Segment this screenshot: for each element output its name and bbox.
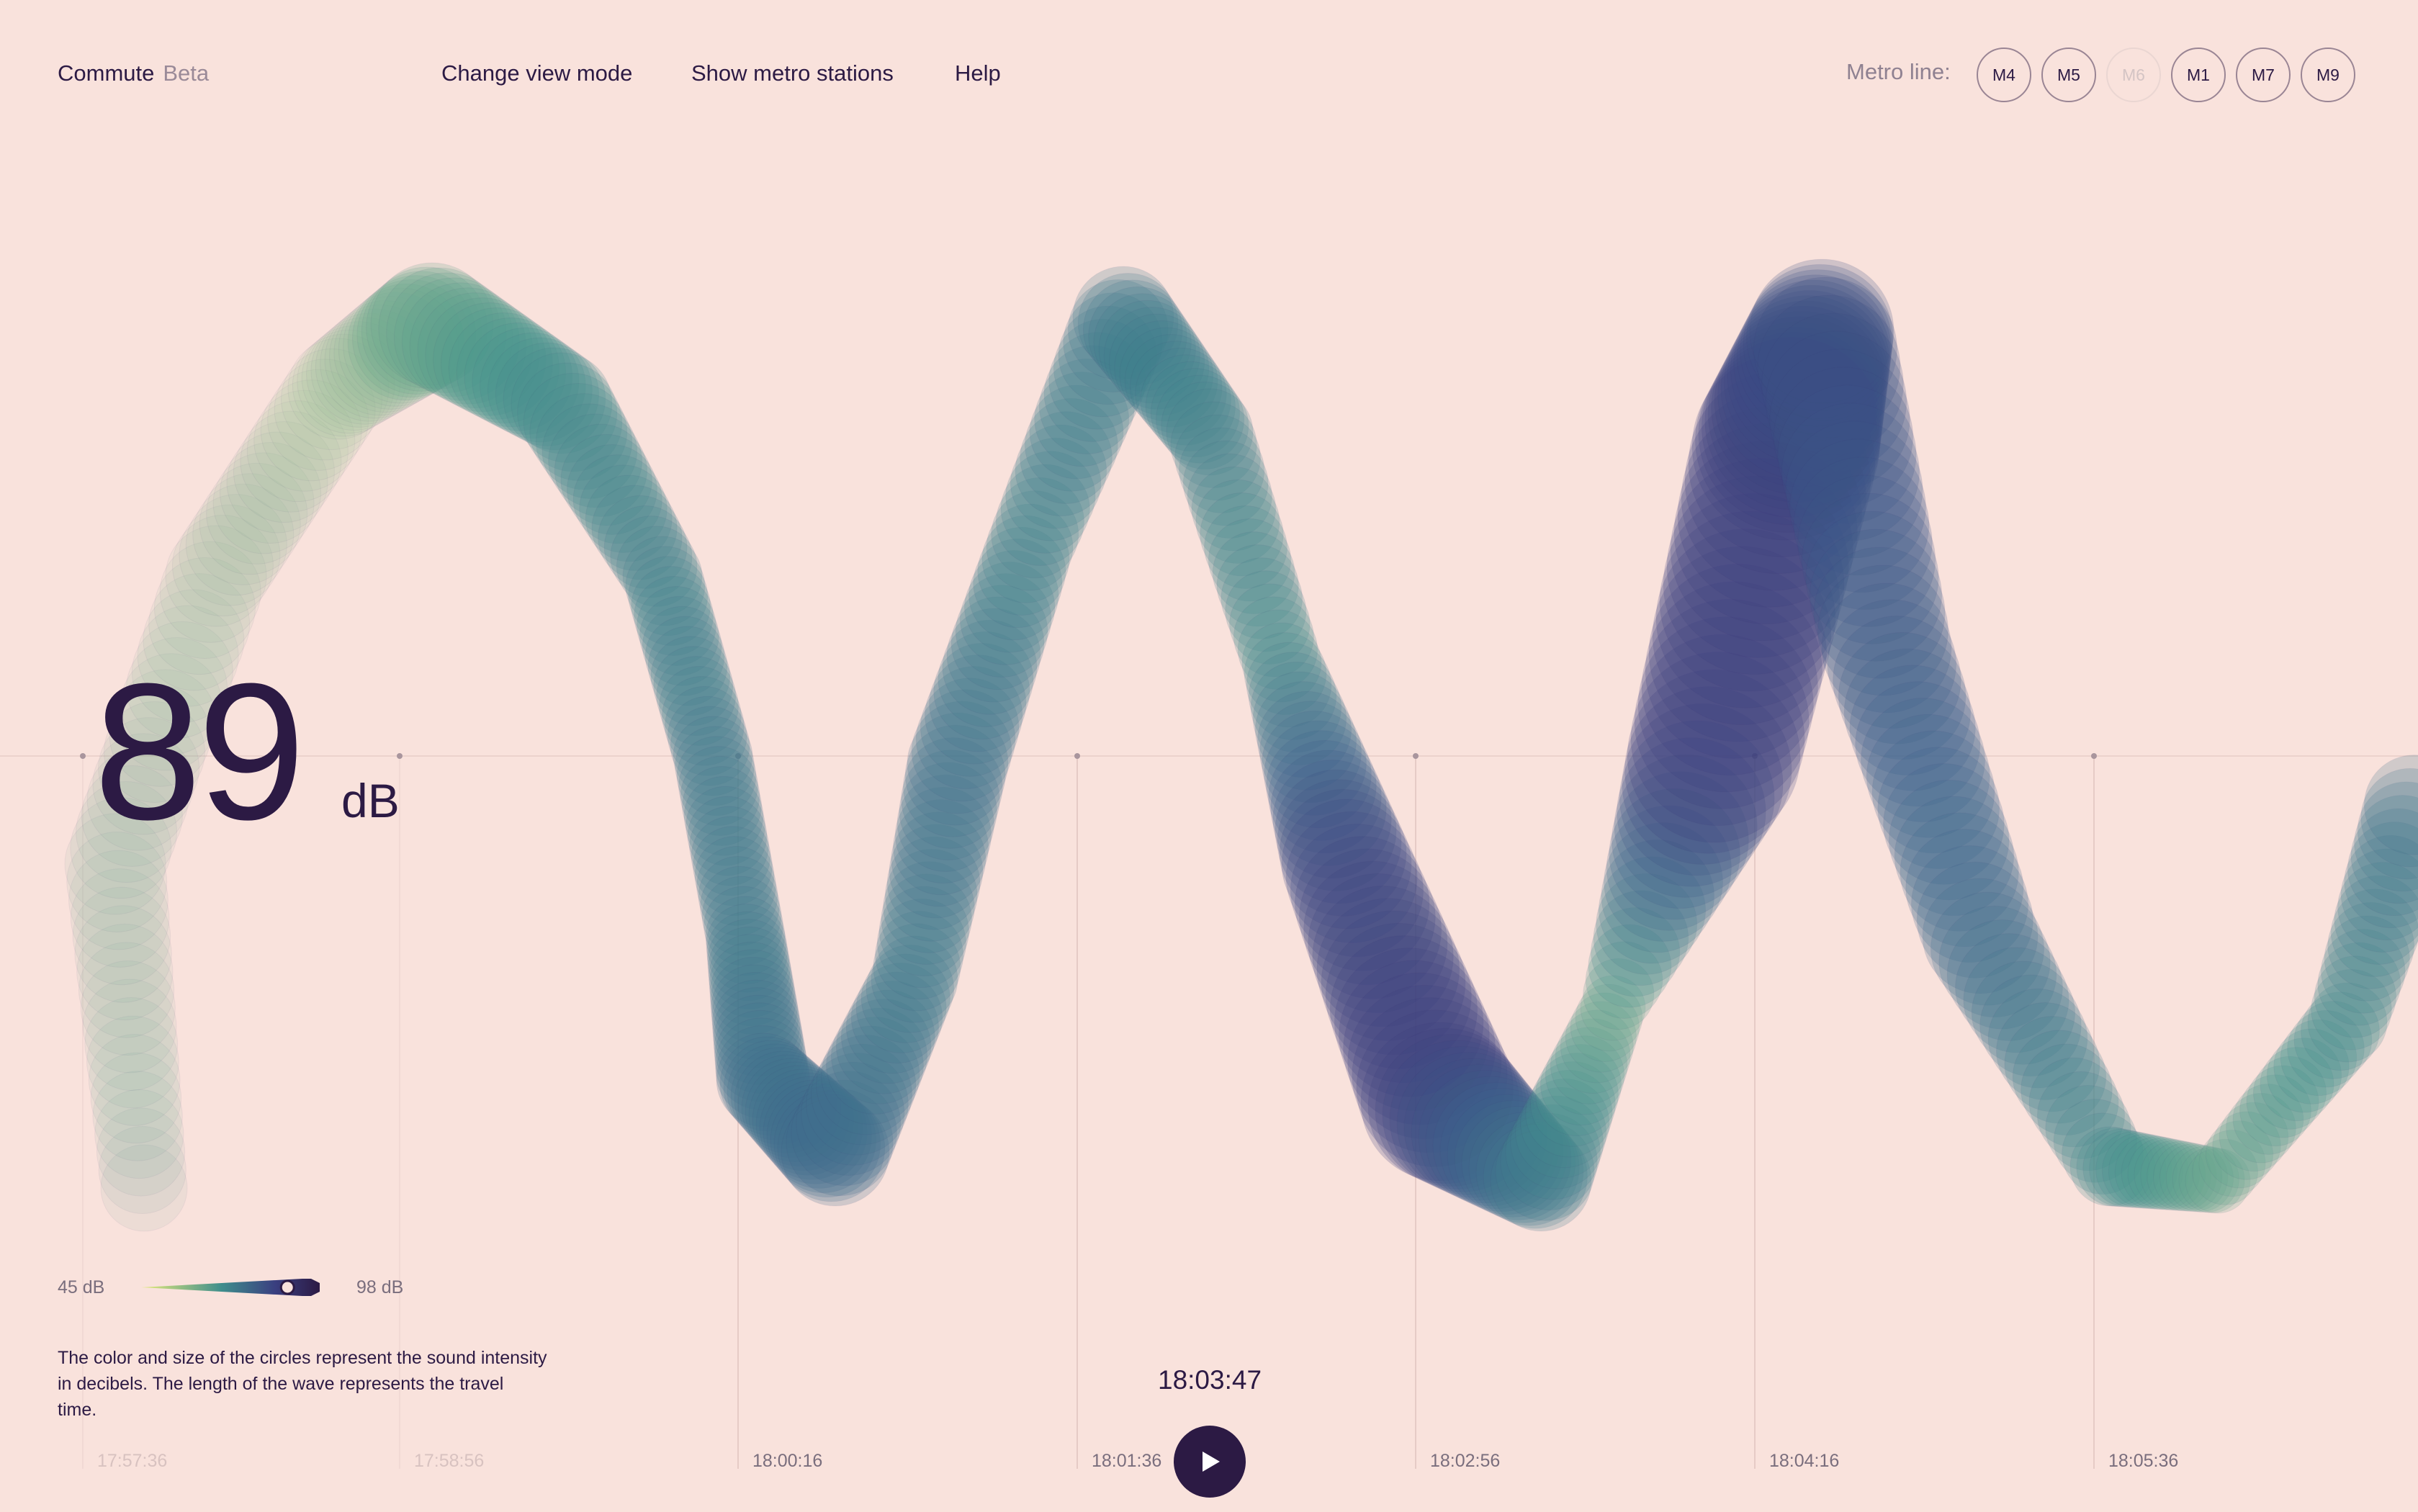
play-icon — [1203, 1452, 1220, 1472]
metro-line-m1-button[interactable]: M1 — [2171, 48, 2226, 102]
timeline-tick-dot — [397, 753, 403, 759]
wave-circles — [64, 258, 2418, 1232]
timeline-tick-label: 18:01:36 — [1092, 1451, 1162, 1471]
change-view-mode-link[interactable]: Change view mode — [441, 60, 632, 86]
scale-min-label: 45 dB — [58, 1277, 105, 1297]
metro-line-m6-button[interactable]: M6 — [2106, 48, 2161, 102]
timeline-tick-label: 18:00:16 — [752, 1451, 823, 1471]
metro-line-label: Metro line: — [1846, 59, 1951, 84]
app-name: Commute — [58, 60, 155, 86]
show-metro-stations-link[interactable]: Show metro stations — [691, 60, 894, 86]
legend-description: The color and size of the circles repres… — [58, 1348, 547, 1420]
timeline-tick-label: 17:57:36 — [97, 1451, 168, 1471]
timeline-tick-dot — [2091, 753, 2097, 759]
metro-line-m5-button[interactable]: M5 — [2041, 48, 2096, 102]
decibel-value: 89 — [94, 644, 305, 860]
play-button[interactable] — [1174, 1426, 1246, 1498]
help-link[interactable]: Help — [955, 60, 1001, 86]
scale-max-label: 98 dB — [356, 1277, 404, 1297]
timeline-tick-label: 18:04:16 — [1769, 1451, 1840, 1471]
timeline-tick-dot — [1413, 753, 1419, 759]
decibel-scale-bar — [141, 1279, 320, 1296]
beta-badge: Beta — [163, 60, 210, 86]
current-time: 18:03:47 — [1158, 1365, 1262, 1395]
app-title: Commute Beta — [58, 60, 209, 86]
timeline-tick-label: 18:05:36 — [2108, 1451, 2179, 1471]
metro-line-m7-button[interactable]: M7 — [2236, 48, 2291, 102]
scale-marker[interactable] — [279, 1279, 295, 1295]
timeline-tick-dot — [1074, 753, 1080, 759]
metro-line-m4-button[interactable]: M4 — [1977, 48, 2031, 102]
metro-line-m9-button[interactable]: M9 — [2301, 48, 2355, 102]
decibel-unit: dB — [341, 774, 400, 827]
timeline-tick-dot — [80, 753, 86, 759]
timeline-tick-label: 17:58:56 — [414, 1451, 485, 1471]
timeline-tick-label: 18:02:56 — [1430, 1451, 1501, 1471]
